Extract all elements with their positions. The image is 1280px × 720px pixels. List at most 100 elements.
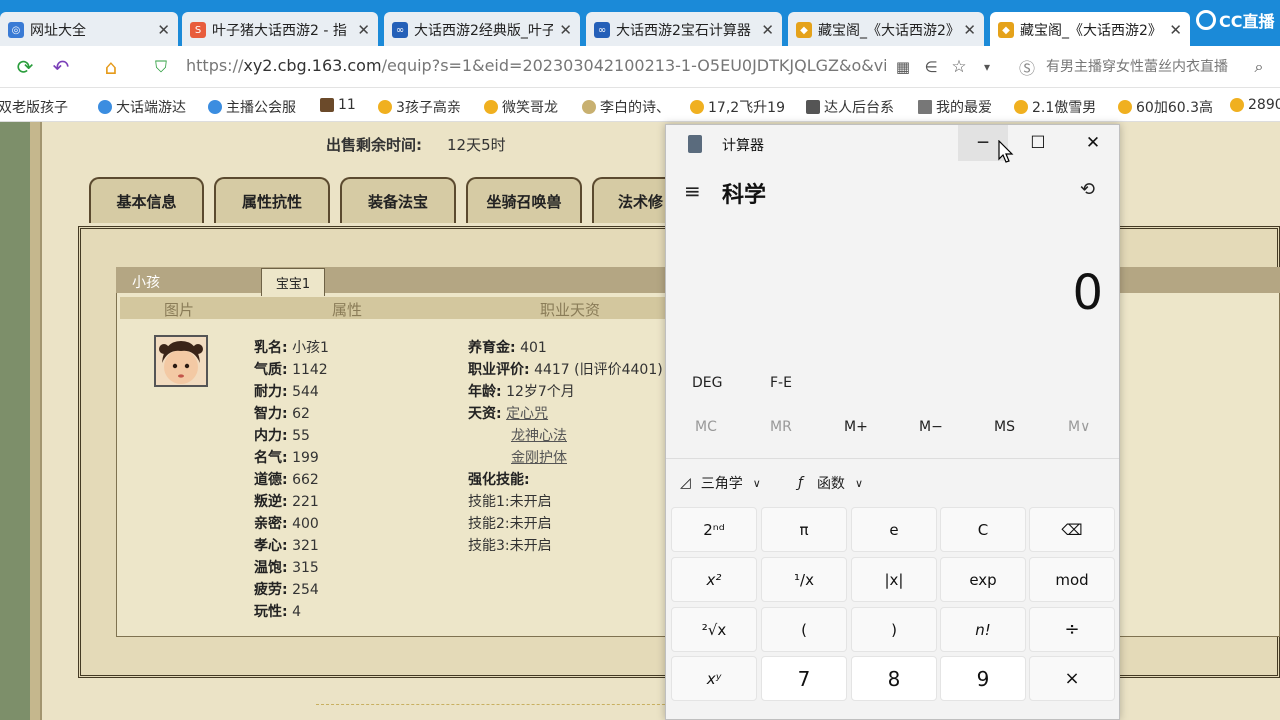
exp-button[interactable]: exp bbox=[940, 557, 1026, 602]
close-icon[interactable]: ✕ bbox=[157, 21, 170, 39]
chevron-down-icon[interactable]: ▾ bbox=[974, 54, 1000, 80]
close-icon[interactable]: ✕ bbox=[761, 21, 774, 39]
home-icon[interactable]: ⌂ bbox=[98, 54, 124, 80]
browser-tab-bar: ◎ 网址大全 ✕ S 叶子猪大话西游2 - 指 ✕ ∞ 大话西游2经典版_叶子 … bbox=[0, 0, 1280, 48]
tab-mounts-summons[interactable]: 坐骑召唤兽 bbox=[466, 177, 582, 223]
attr-key: 疲劳: bbox=[254, 582, 288, 598]
bookmark-item[interactable]: 11 bbox=[320, 97, 356, 113]
reciprocal-button[interactable]: ¹/x bbox=[761, 557, 847, 602]
search-input[interactable]: 有男主播穿女性蕾丝内衣直播 bbox=[1046, 56, 1246, 76]
brand-text: CC直播 bbox=[1219, 12, 1275, 31]
tab-2[interactable]: S 叶子猪大话西游2 - 指 ✕ bbox=[182, 12, 378, 48]
divide-button[interactable]: ÷ bbox=[1029, 607, 1115, 652]
deg-toggle[interactable]: DEG bbox=[692, 375, 722, 391]
close-button[interactable]: ✕ bbox=[1068, 125, 1118, 161]
chevron-down-icon: ∨ bbox=[854, 476, 863, 490]
search-icon[interactable]: ⌕ bbox=[1246, 54, 1272, 80]
bookmark-item[interactable]: 双老版孩子 bbox=[0, 97, 68, 117]
bookmark-label: 3孩子高亲 bbox=[396, 100, 461, 116]
url-input[interactable]: https://xy2.cbg.163.com/equip?s=1&eid=20… bbox=[186, 56, 886, 75]
attr-row: 年龄: 12岁7个月 bbox=[468, 381, 575, 401]
bookmark-item[interactable]: 李白的诗、 bbox=[582, 97, 670, 117]
search-engine-icon: Ⓢ bbox=[1018, 59, 1035, 78]
memory-recall-button[interactable]: MR bbox=[770, 419, 792, 435]
power-button[interactable]: xʸ bbox=[671, 656, 757, 701]
security-shield-icon[interactable]: ⛉ bbox=[148, 54, 174, 80]
close-icon[interactable]: ✕ bbox=[559, 21, 572, 39]
sqrt-button[interactable]: ²√x bbox=[671, 607, 757, 652]
close-icon[interactable]: ✕ bbox=[357, 21, 370, 39]
bookmark-label: 17,2飞升19 bbox=[708, 100, 785, 116]
attr-row: 耐力: 544 bbox=[254, 381, 319, 401]
bookmark-label: 李白的诗、 bbox=[600, 100, 670, 116]
memory-clear-button[interactable]: MC bbox=[695, 419, 717, 435]
open-paren-button[interactable]: ( bbox=[761, 607, 847, 652]
memory-store-button[interactable]: MS bbox=[994, 419, 1015, 435]
close-icon[interactable]: ✕ bbox=[1169, 21, 1182, 39]
pi-button[interactable]: π bbox=[761, 507, 847, 552]
square-button[interactable]: x² bbox=[671, 557, 757, 602]
reader-icon[interactable]: ∈ bbox=[918, 54, 944, 80]
chevron-down-icon: ∨ bbox=[752, 476, 761, 490]
history-icon[interactable]: ⟲ bbox=[1080, 179, 1095, 200]
tab-equipment[interactable]: 装备法宝 bbox=[340, 177, 456, 223]
fe-toggle[interactable]: F-E bbox=[770, 375, 792, 391]
attr-key: 年龄: bbox=[468, 384, 502, 400]
e-button[interactable]: e bbox=[851, 507, 937, 552]
qr-code-icon[interactable]: ▦ bbox=[890, 54, 916, 80]
tab-6-active[interactable]: ◆ 藏宝阁_《大话西游2》 ✕ bbox=[990, 12, 1190, 48]
bookmark-item[interactable]: 17,2飞升19 bbox=[690, 97, 785, 117]
digit-8-button[interactable]: 8 bbox=[851, 656, 937, 701]
memory-subtract-button[interactable]: M− bbox=[919, 419, 943, 435]
tab-1[interactable]: ◎ 网址大全 ✕ bbox=[0, 12, 178, 48]
tab-5[interactable]: ◆ 藏宝阁_《大话西游2》 ✕ bbox=[788, 12, 984, 48]
tab-3[interactable]: ∞ 大话西游2经典版_叶子 ✕ bbox=[384, 12, 580, 48]
backspace-button[interactable]: ⌫ bbox=[1029, 507, 1115, 552]
refresh-icon[interactable]: ⟳ bbox=[12, 54, 38, 80]
bookmark-item[interactable]: 大话端游达 bbox=[98, 97, 186, 117]
attr-row: 乳名: 小孩1 bbox=[254, 337, 329, 357]
tab-4[interactable]: ∞ 大话西游2宝石计算器 ✕ bbox=[586, 12, 782, 48]
digit-7-button[interactable]: 7 bbox=[761, 656, 847, 701]
menu-icon[interactable]: ≡ bbox=[684, 179, 701, 203]
star-icon[interactable]: ☆ bbox=[946, 54, 972, 80]
bookmark-item[interactable]: 2890 bbox=[1230, 97, 1280, 113]
bookmark-item[interactable]: 微笑哥龙 bbox=[484, 97, 558, 117]
bookmark-item[interactable]: 3孩子高亲 bbox=[378, 97, 461, 117]
trigonometry-dropdown[interactable]: ◿ 三角学 ∨ bbox=[680, 473, 761, 493]
talent-link[interactable]: 金刚护体 bbox=[511, 447, 567, 467]
skill-value: 未开启 bbox=[509, 516, 552, 532]
factorial-button[interactable]: n! bbox=[940, 607, 1026, 652]
tab-baby-1[interactable]: 宝宝1 bbox=[261, 268, 325, 296]
attr-value: 662 bbox=[292, 472, 319, 488]
multiply-button[interactable]: × bbox=[1029, 656, 1115, 701]
bookmark-item[interactable]: 60加60.3高 bbox=[1118, 97, 1213, 117]
clear-button[interactable]: C bbox=[940, 507, 1026, 552]
bookmark-item[interactable]: 达人后台系 bbox=[806, 97, 894, 117]
abs-button[interactable]: |x| bbox=[851, 557, 937, 602]
attr-row: 养育金: 401 bbox=[468, 337, 547, 357]
tab-basic-info[interactable]: 基本信息 bbox=[89, 177, 204, 223]
bookmark-icon bbox=[378, 100, 392, 114]
digit-9-button[interactable]: 9 bbox=[940, 656, 1026, 701]
close-icon[interactable]: ✕ bbox=[963, 21, 976, 39]
tab-label: 属性抗性 bbox=[241, 192, 302, 211]
talent-link[interactable]: 龙神心法 bbox=[511, 425, 567, 445]
bookmark-item[interactable]: 2.1傲雪男 bbox=[1014, 97, 1096, 117]
bookmark-label: 60加60.3高 bbox=[1136, 100, 1213, 116]
close-paren-button[interactable]: ) bbox=[851, 607, 937, 652]
memory-add-button[interactable]: M+ bbox=[844, 419, 868, 435]
bookmark-item[interactable]: 我的最爱 bbox=[918, 97, 992, 117]
tab-attributes[interactable]: 属性抗性 bbox=[214, 177, 330, 223]
talent-link[interactable]: 定心咒 bbox=[506, 406, 548, 422]
undo-icon[interactable]: ↶ bbox=[48, 54, 74, 80]
bookmark-icon bbox=[1118, 100, 1132, 114]
function-dropdown[interactable]: ƒ 函数 ∨ bbox=[798, 473, 863, 493]
memory-list-button[interactable]: M∨ bbox=[1068, 419, 1090, 435]
bookmark-icon bbox=[1014, 100, 1028, 114]
mod-button[interactable]: mod bbox=[1029, 557, 1115, 602]
second-button[interactable]: 2ⁿᵈ bbox=[671, 507, 757, 552]
maximize-button[interactable]: ☐ bbox=[1013, 125, 1063, 161]
bookmark-item[interactable]: 主播公会服 bbox=[208, 97, 296, 117]
attr-row: 道德: 662 bbox=[254, 469, 319, 489]
